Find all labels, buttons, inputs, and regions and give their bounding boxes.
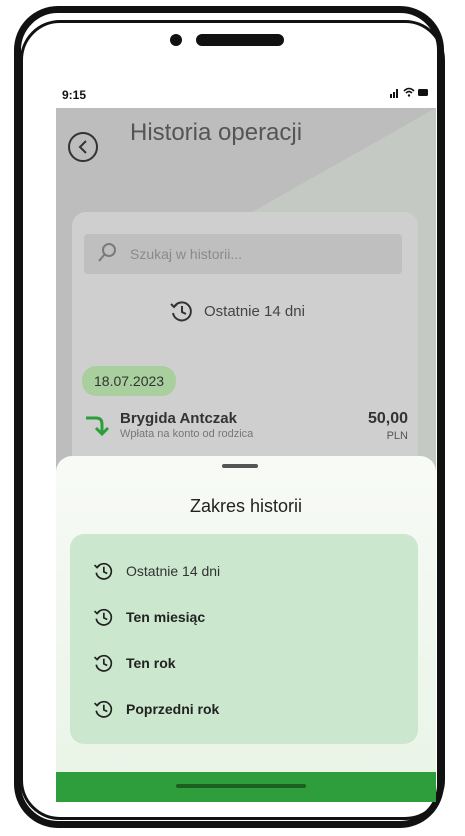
option-last-14-days[interactable]: Ostatnie 14 dni (92, 560, 220, 582)
speaker-bar (196, 34, 284, 46)
page-title: Historia operacji (130, 119, 303, 146)
status-time: 9:15 (62, 88, 87, 102)
history-range-sheet: Zakres historii Ostatnie 14 dni Ten mies… (56, 456, 436, 802)
home-indicator[interactable] (176, 784, 306, 788)
date-group-pill: 18.07.2023 (82, 366, 177, 396)
transaction-currency: PLN (386, 430, 408, 442)
history-clock-icon (93, 608, 113, 626)
camera-dot (170, 34, 182, 46)
status-bar: 9:15 (56, 78, 436, 108)
range-options-list: Ostatnie 14 dni Ten miesiąc Ten rok Popr… (70, 534, 418, 744)
option-label: Ten miesiąc (126, 609, 206, 625)
signal-wifi-battery-icon (390, 87, 428, 98)
option-previous-year[interactable]: Poprzedni rok (92, 698, 219, 720)
search-placeholder: Szukaj w historii... (130, 246, 243, 262)
option-label: Ostatnie 14 dni (126, 563, 221, 579)
history-clock-icon (93, 562, 113, 580)
transaction-name: Brygida Antczak (120, 410, 237, 427)
history-clock-icon (170, 301, 192, 322)
status-icons (390, 86, 430, 101)
search-input[interactable]: Szukaj w historii... (84, 234, 402, 274)
app-screen: 9:15 Historia operacji Szukaj w historii… (56, 78, 436, 802)
sheet-drag-handle[interactable] (222, 464, 258, 468)
back-button[interactable] (68, 132, 98, 162)
back-arrow-icon (78, 140, 87, 154)
option-label: Ten rok (126, 655, 176, 671)
incoming-arrow-icon (86, 416, 110, 437)
option-label: Poprzedni rok (126, 701, 220, 717)
option-this-month[interactable]: Ten miesiąc (92, 606, 205, 628)
history-clock-icon (93, 700, 113, 718)
transaction-amount: 50,00 (367, 410, 408, 427)
search-icon (98, 243, 116, 262)
transaction-row[interactable]: Brygida Antczak Wpłata na konto od rodzi… (82, 402, 412, 452)
range-filter-label: Ostatnie 14 dni (204, 302, 305, 320)
history-range-filter[interactable]: Ostatnie 14 dni (168, 298, 305, 324)
transaction-description: Wpłata na konto od rodzica (120, 428, 254, 440)
history-clock-icon (93, 654, 113, 672)
sheet-title: Zakres historii (189, 496, 303, 516)
option-this-year[interactable]: Ten rok (92, 652, 176, 674)
